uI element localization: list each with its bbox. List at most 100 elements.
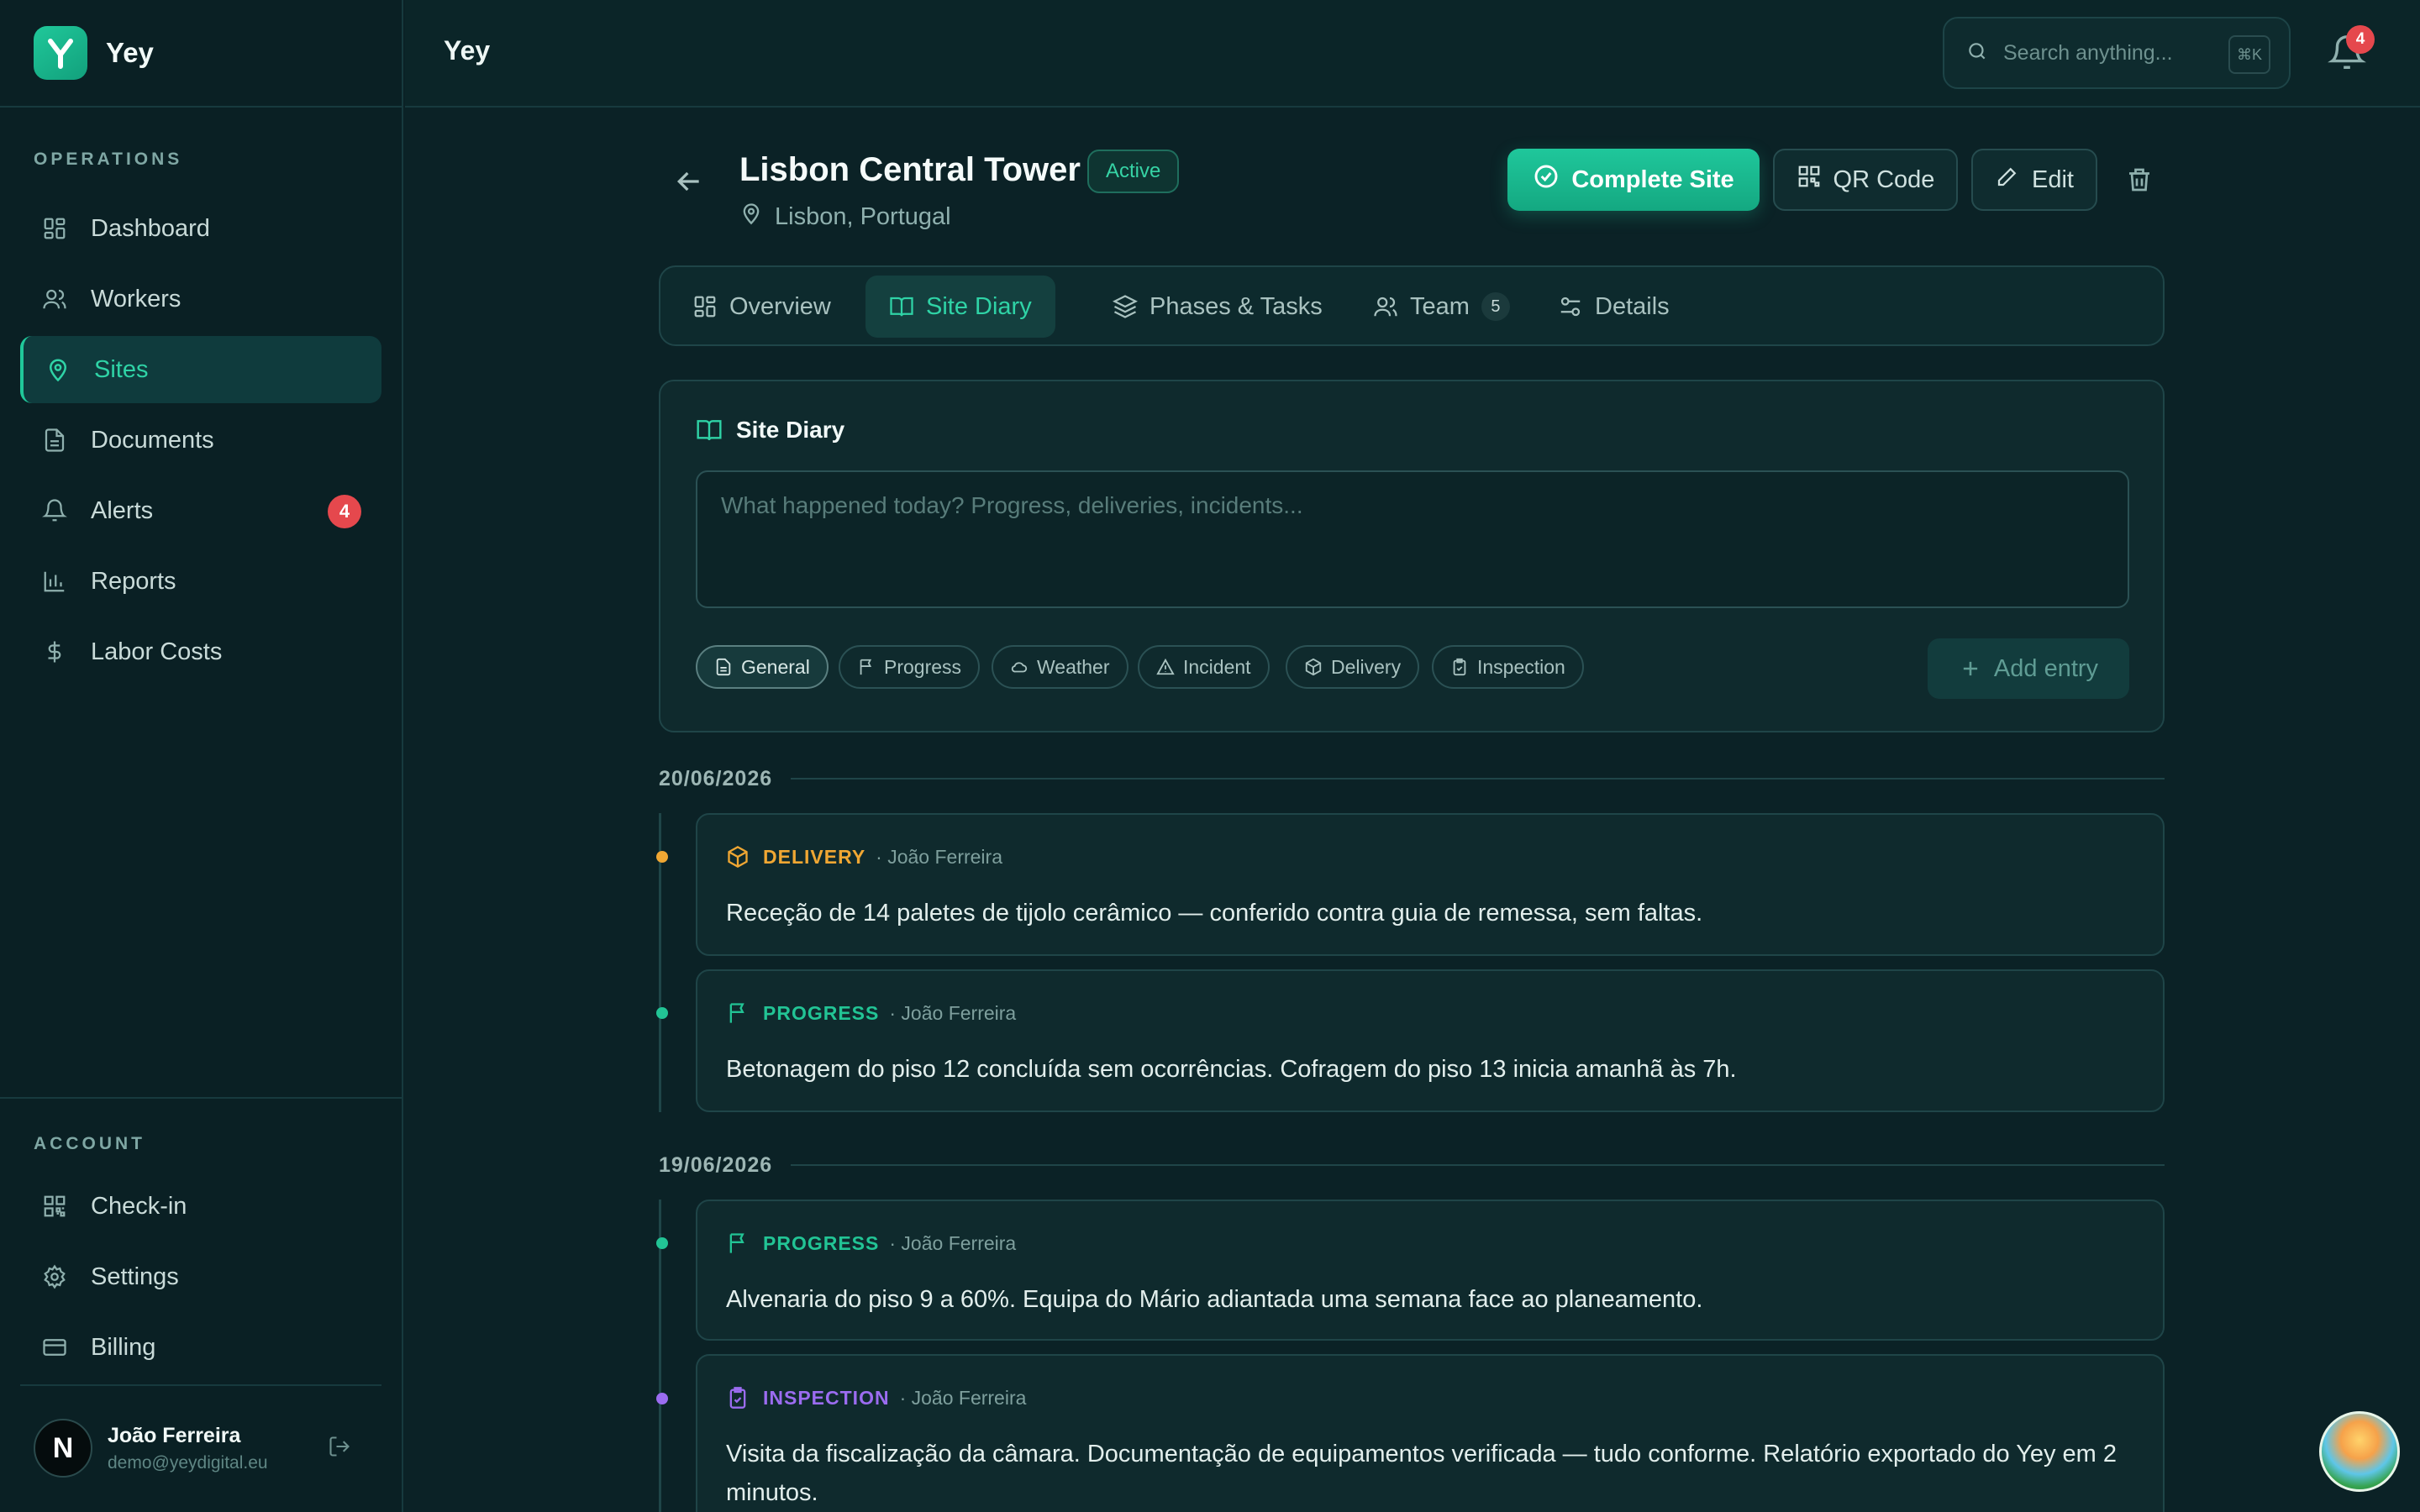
edit-button[interactable]: Edit [1971, 149, 2097, 211]
entry-header: DELIVERY · João Ferreira [726, 845, 1002, 869]
diary-title: Site Diary [736, 417, 845, 443]
entry-text: Betonagem do piso 12 concluída sem ocorr… [726, 1056, 1737, 1083]
entry-author: · João Ferreira [876, 845, 1002, 868]
sidebar-item-sites[interactable]: Sites [20, 336, 381, 403]
map-pin-icon [739, 202, 763, 232]
pencil-icon [1995, 164, 2020, 196]
account-divider [0, 1097, 403, 1099]
sidebar-item-label: Labor Costs [91, 638, 223, 665]
check-circle-icon [1533, 163, 1560, 197]
users-icon [40, 285, 69, 313]
date-divider [791, 778, 2165, 780]
chip-label: Incident [1183, 655, 1251, 678]
sidebar-item-label: Workers [91, 285, 182, 312]
tab-team[interactable]: Team 5 [1349, 276, 1534, 338]
chip-label: Inspection [1477, 655, 1565, 678]
users-icon [1374, 297, 1397, 317]
sidebar-item-documents[interactable]: Documents [20, 407, 381, 474]
sidebar-item-label: Settings [91, 1263, 179, 1290]
diary-entry[interactable]: PROGRESS · João Ferreira Betonagem do pi… [696, 969, 2165, 1112]
cloud-icon [1011, 662, 1028, 673]
tab-site-diary[interactable]: Site Diary [865, 276, 1055, 338]
sidebar-item-reports[interactable]: Reports [20, 548, 381, 615]
category-chip-inspection[interactable]: Inspection [1432, 645, 1584, 689]
sidebar-item-workers[interactable]: Workers [20, 265, 381, 333]
entry-type: PROGRESS [763, 1001, 880, 1024]
chip-label: Delivery [1331, 655, 1402, 678]
clipboard-check-icon [1453, 658, 1466, 676]
page-header-title: Yey [444, 35, 491, 66]
operations-section-label: OPERATIONS [34, 150, 183, 169]
sidebar-item-billing[interactable]: Billing [20, 1314, 381, 1381]
sidebar-item-settings[interactable]: Settings [20, 1243, 381, 1310]
qr-code-button[interactable]: QR Code [1773, 149, 1958, 211]
clipboard-check-icon [729, 1387, 746, 1409]
sidebar-item-alerts[interactable]: Alerts 4 [20, 477, 381, 544]
tab-overview[interactable]: Overview [669, 276, 855, 338]
brand[interactable]: Yey [0, 0, 402, 108]
dollar-icon [40, 638, 69, 666]
entry-header: PROGRESS · João Ferreira [726, 1001, 1016, 1025]
category-chip-weather[interactable]: Weather [992, 645, 1128, 689]
timeline-dot [656, 1007, 668, 1019]
account-section-label: ACCOUNT [34, 1134, 145, 1153]
diary-entry[interactable]: PROGRESS · João Ferreira Alvenaria do pi… [696, 1200, 2165, 1341]
back-arrow-icon[interactable] [672, 165, 706, 202]
user-name: João Ferreira [108, 1423, 241, 1447]
site-location: Lisbon, Portugal [739, 202, 951, 232]
search-shortcut: ⌘K [2228, 35, 2270, 74]
credit-card-icon [40, 1333, 69, 1362]
entry-author: · João Ferreira [889, 1231, 1017, 1254]
date-label: 20/06/2026 [659, 766, 773, 790]
sidebar-item-check-in[interactable]: Check-in [20, 1173, 381, 1240]
user-info: João Ferreira demo@yeydigital.eu [108, 1424, 268, 1473]
complete-site-button[interactable]: Complete Site [1507, 149, 1760, 211]
flag-icon [729, 1233, 744, 1253]
avatar: N [34, 1419, 92, 1478]
file-text-icon [716, 658, 731, 676]
date-separator: 19/06/2026 [659, 1152, 2165, 1178]
gear-icon [40, 1263, 69, 1291]
book-open-icon [697, 420, 722, 441]
logout-icon[interactable] [328, 1435, 351, 1462]
date-separator: 20/06/2026 [659, 766, 2165, 791]
grid-icon [694, 296, 716, 318]
sidebar-item-label: Alerts [91, 496, 154, 524]
diary-entry[interactable]: DELIVERY · João Ferreira Receção de 14 p… [696, 813, 2165, 956]
entry-type: PROGRESS [763, 1231, 880, 1254]
sidebar-item-labor-costs[interactable]: Labor Costs [20, 618, 381, 685]
qr-code-icon [1797, 164, 1822, 196]
add-entry-label: Add entry [1993, 654, 2099, 682]
category-chip-delivery[interactable]: Delivery [1286, 645, 1420, 689]
package-icon [1305, 658, 1322, 676]
category-chip-general[interactable]: General [696, 645, 829, 689]
tab-label: Team [1410, 292, 1470, 320]
tab-label: Phases & Tasks [1150, 292, 1323, 320]
map-pin-icon [44, 355, 72, 384]
sidebar-item-label: Documents [91, 426, 214, 454]
status-badge: Active [1087, 150, 1180, 193]
category-chip-progress[interactable]: Progress [839, 645, 981, 689]
search-input[interactable]: Search anything... ⌘K [1943, 17, 2291, 89]
user-card[interactable]: N João Ferreira demo@yeydigital.eu [34, 1418, 370, 1478]
tab-label: Site Diary [926, 292, 1032, 320]
diary-entry-textarea[interactable]: What happened today? Progress, deliverie… [696, 470, 2129, 608]
category-chip-incident[interactable]: Incident [1138, 645, 1270, 689]
entry-text: Alvenaria do piso 9 a 60%. Equipa do Már… [726, 1286, 1703, 1313]
entry-header: PROGRESS · João Ferreira [726, 1231, 1016, 1255]
date-label: 19/06/2026 [659, 1152, 773, 1177]
add-entry-button[interactable]: Add entry [1928, 638, 2129, 699]
sidebar-item-label: Sites [94, 355, 149, 383]
package-icon [728, 845, 748, 869]
diary-entry[interactable]: INSPECTION · João Ferreira Visita da fis… [696, 1354, 2165, 1512]
assistant-avatar[interactable] [2319, 1411, 2400, 1492]
entry-type: DELIVERY [763, 845, 866, 868]
tab-details[interactable]: Details [1534, 276, 1693, 338]
tab-phases-tasks[interactable]: Phases & Tasks [1089, 276, 1346, 338]
sidebar-item-dashboard[interactable]: Dashboard [20, 195, 381, 262]
trash-icon[interactable] [2124, 165, 2154, 199]
chip-label: Weather [1037, 655, 1110, 678]
sidebar-item-label: Reports [91, 567, 176, 595]
timeline-dot [656, 1393, 668, 1404]
qr-code-label: QR Code [1833, 165, 1935, 193]
